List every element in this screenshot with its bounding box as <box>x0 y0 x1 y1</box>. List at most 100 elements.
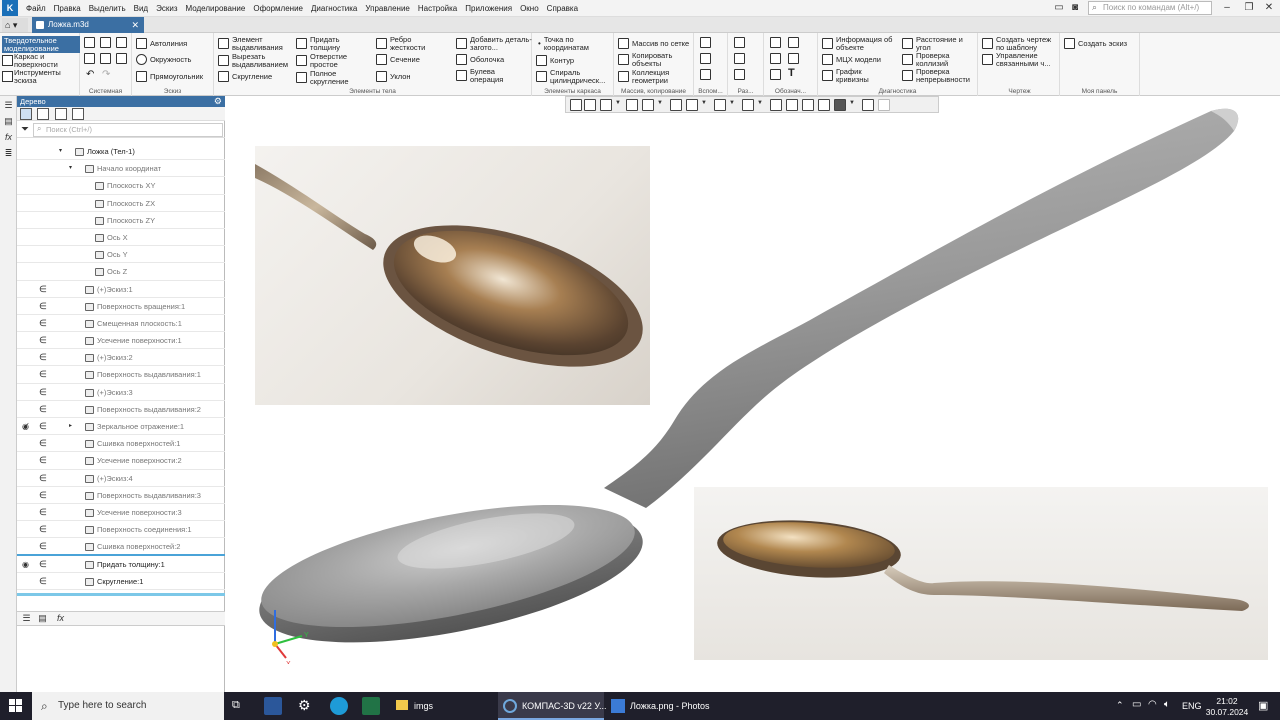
dimension-icon-2[interactable] <box>734 53 745 64</box>
edge-icon[interactable] <box>330 697 348 715</box>
document-tab[interactable]: Ложка.m3d ✕ <box>32 17 144 33</box>
tree-row[interactable]: Плоскость ZY <box>17 212 225 229</box>
screenshot-icon[interactable]: ◙ <box>1068 1 1082 15</box>
expand-arrow-icon[interactable]: ▸ <box>69 418 72 435</box>
clock-date[interactable]: 30.07.2024 <box>1202 707 1252 717</box>
tree-row[interactable]: ∈ Усечение поверхности:2 <box>17 452 225 470</box>
menu-apps[interactable]: Приложения <box>461 4 516 13</box>
menu-settings[interactable]: Настройка <box>414 4 461 13</box>
mark-icon-4[interactable] <box>788 53 799 64</box>
tree-search-input[interactable]: Поиск (Ctrl+/) <box>33 123 223 137</box>
object-info-button[interactable]: Информация об объекте <box>822 36 902 51</box>
variables-icon[interactable]: fx <box>55 613 66 624</box>
print-icon[interactable] <box>84 53 95 64</box>
hole-button[interactable]: Отверстие простое <box>296 53 366 68</box>
create-sketch-button[interactable]: Создать эскиз <box>1064 38 1127 49</box>
restore-button[interactable]: ❐ <box>1242 1 1256 15</box>
menu-select[interactable]: Выделить <box>85 4 130 13</box>
excel-icon[interactable] <box>362 697 380 715</box>
grid-array-button[interactable]: Массив по сетке <box>618 38 689 49</box>
tree-row[interactable]: ∈ (+)Эскиз:3 <box>17 384 225 401</box>
aux-icon-1[interactable] <box>700 37 711 48</box>
point-coords-button[interactable]: • Точка по координатам <box>538 36 612 51</box>
mark-icon-5[interactable] <box>770 69 781 80</box>
tree-row[interactable]: ∈ Сшивка поверхностей:2 <box>17 538 225 556</box>
tree-row[interactable]: Плоскость XY <box>17 177 225 195</box>
tree-row[interactable]: ∈ Поверхность выдавливания:1 <box>17 366 225 384</box>
copy-objects-button[interactable]: Копировать объекты <box>618 52 690 67</box>
variables-icon[interactable]: fx <box>3 132 14 143</box>
menu-file[interactable]: Файл <box>22 4 50 13</box>
tree-filter-icon[interactable] <box>55 108 67 120</box>
curvature-graph-button[interactable]: График кривизны <box>822 68 892 83</box>
tree-structure-icon[interactable] <box>20 108 32 120</box>
add-blank-button[interactable]: Добавить деталь-загото... <box>456 36 532 51</box>
menu-edit[interactable]: Правка <box>50 4 85 13</box>
expand-arrow-icon[interactable]: ▾ <box>59 143 62 160</box>
full-fillet-button[interactable]: Полное скругление <box>296 70 368 85</box>
mark-icon-2[interactable] <box>788 37 799 48</box>
dimension-icon-1[interactable] <box>734 37 745 48</box>
tree-row[interactable]: ∈ Поверхность вращения:1 <box>17 298 225 315</box>
paste-icon[interactable] <box>116 53 127 64</box>
gear-icon[interactable]: ⚙ <box>214 96 222 107</box>
tree-row[interactable]: ∈ Усечение поверхности:1 <box>17 332 225 350</box>
tree-row[interactable]: Ось Y <box>17 246 225 264</box>
rib-button[interactable]: Ребро жесткости <box>376 36 446 51</box>
fillet-button[interactable]: Скругление <box>218 71 272 82</box>
mode-solid-modeling[interactable]: Твердотельное моделирование <box>2 36 80 53</box>
visibility-icon[interactable]: ◉ <box>22 556 32 573</box>
tree-panel-icon[interactable]: ☰ <box>3 100 14 111</box>
tree-row[interactable]: Плоскость ZX <box>17 195 225 212</box>
menu-modeling[interactable]: Моделирование <box>181 4 249 13</box>
app-logo-icon[interactable]: K <box>2 0 18 16</box>
close-tab-icon[interactable]: ✕ <box>131 17 139 33</box>
panel-layout-icon[interactable]: ▭ <box>1052 1 1066 15</box>
tree-row[interactable]: ∈ Поверхность выдавливания:2 <box>17 401 225 418</box>
tree-panel-icon[interactable]: ☰ <box>21 613 32 624</box>
settings-icon[interactable]: ⚙ <box>298 697 311 714</box>
network-icon[interactable]: ▭ <box>1132 699 1141 710</box>
tree-view-icon[interactable] <box>72 108 84 120</box>
thicken-button[interactable]: Придать толщину <box>296 36 366 51</box>
continuity-check-button[interactable]: Проверка непрерывности <box>902 68 978 83</box>
menu-design[interactable]: Оформление <box>249 4 307 13</box>
menu-help[interactable]: Справка <box>543 4 582 13</box>
tree-row[interactable]: ∈ (+)Эскиз:2 <box>17 349 225 367</box>
autoline-button[interactable]: Автолиния <box>136 38 187 49</box>
aux-icon-2[interactable] <box>700 53 711 64</box>
cut-extrude-button[interactable]: Вырезать выдавливанием <box>218 53 296 68</box>
minimize-button[interactable]: – <box>1220 1 1234 15</box>
tree-row[interactable]: Ось Z <box>17 263 225 281</box>
section-button[interactable]: Сечение <box>376 54 420 65</box>
wifi-icon[interactable]: ◠ <box>1148 699 1157 710</box>
task-kompas[interactable]: КОМПАС-3D v22 У... <box>498 692 606 720</box>
menu-diagnostics[interactable]: Диагностика <box>307 4 361 13</box>
geometry-collection-button[interactable]: Коллекция геометрии <box>618 69 690 84</box>
collision-check-button[interactable]: Проверка коллизий <box>902 52 978 67</box>
manage-linked-button[interactable]: Управление связанными ч... <box>982 52 1060 67</box>
mode-sketch-tools[interactable]: Инструменты эскиза <box>2 69 74 84</box>
tree-row[interactable]: ∈ (+)Эскиз:1 <box>17 281 225 298</box>
tree-row[interactable]: ∈ Поверхность соединения:1 <box>17 521 225 539</box>
copy-icon[interactable] <box>100 53 111 64</box>
aux-icon-3[interactable] <box>700 69 711 80</box>
tree-row[interactable]: Ось X <box>17 229 225 247</box>
tree-row[interactable]: ∈ Поверхность выдавливания:3 <box>17 487 225 504</box>
save-icon[interactable] <box>116 37 127 48</box>
tree-row[interactable]: ∈ Скругление:1 <box>17 573 225 590</box>
tree-row[interactable]: ∈ (+)Эскиз:4 <box>17 470 225 487</box>
rectangle-button[interactable]: Прямоугольник <box>136 71 203 82</box>
undo-icon[interactable]: ↶ <box>86 69 94 80</box>
command-search-input[interactable]: Поиск по командам (Alt+/) <box>1088 1 1212 15</box>
menu-window[interactable]: Окно <box>516 4 543 13</box>
tree-row[interactable]: ∈ Смещенная плоскость:1 <box>17 315 225 333</box>
text-icon[interactable]: T <box>788 67 795 79</box>
tree-row[interactable]: ▾ Начало координат <box>17 160 225 178</box>
start-button[interactable] <box>0 692 32 720</box>
tree-row[interactable]: ◉ ∈ Придать толщину:1 <box>17 556 225 573</box>
redo-icon[interactable]: ↷ <box>102 69 110 80</box>
tree-row[interactable]: ◉̸ ∈ ▸ Зеркальное отражение:1 <box>17 418 225 436</box>
create-drawing-button[interactable]: Создать чертеж по шаблону <box>982 36 1060 51</box>
new-file-icon[interactable] <box>84 37 95 48</box>
